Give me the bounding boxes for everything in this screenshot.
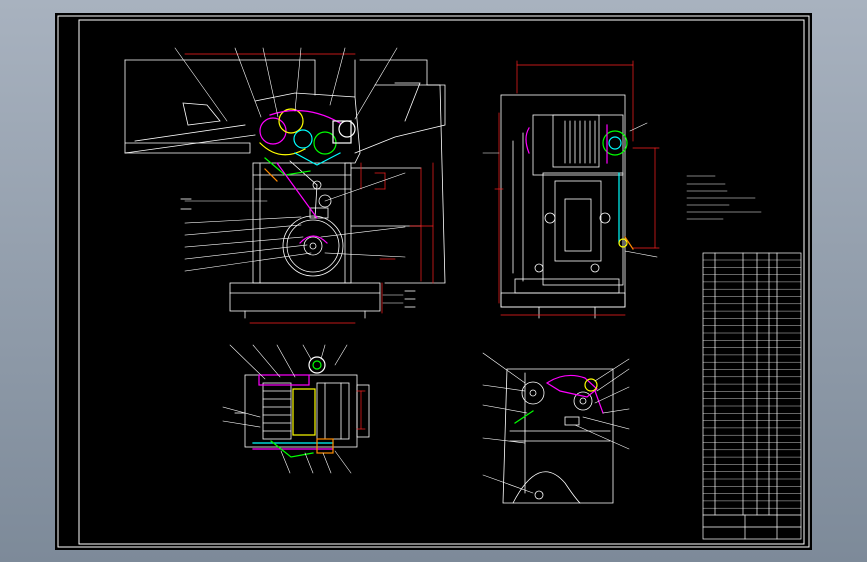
front-view [124,59,446,319]
side-view-mechanism [525,124,634,250]
side-view-dimensions [494,60,660,316]
partial-view-leaders [482,352,630,494]
front-view-mechanism [259,108,356,244]
cad-viewport[interactable] [0,0,867,562]
sheet-inner-border [78,19,805,545]
technical-notes [686,175,762,220]
parts-list-rows [702,259,802,509]
partial-view-mechanism [514,374,604,424]
drawing-sheet[interactable] [55,13,812,550]
section-view [234,374,370,448]
engineering-drawing [57,15,810,548]
parts-list-table[interactable] [702,252,802,540]
section-view-dimensions [356,390,366,430]
sheet-outer-border [57,15,810,548]
